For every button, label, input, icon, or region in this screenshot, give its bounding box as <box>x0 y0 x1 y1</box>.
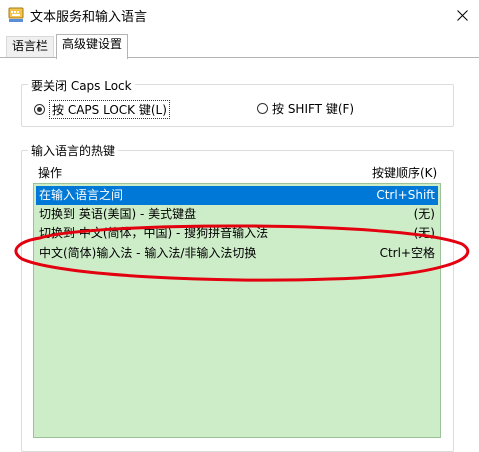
list-item-key: (无) <box>413 226 435 240</box>
list-item-action: 中文(简体)输入法 - 输入法/非输入法切换 <box>39 246 257 260</box>
tab-advanced-key-settings[interactable]: 高级键设置 <box>56 34 129 59</box>
close-icon <box>457 10 468 21</box>
window-title: 文本服务和输入语言 <box>30 10 148 25</box>
hotkey-group-title: 输入语言的热键 <box>28 142 119 159</box>
list-item[interactable]: 在输入语言之间 Ctrl+Shift <box>36 186 438 205</box>
list-item[interactable]: 中文(简体)输入法 - 输入法/非输入法切换 Ctrl+空格 <box>36 244 438 263</box>
list-item-action: 在输入语言之间 <box>39 188 124 202</box>
radio-caps-lock-key[interactable]: 按 CAPS LOCK 键(L) <box>34 100 170 119</box>
radio-unchecked-icon <box>257 103 268 114</box>
tab-language-bar[interactable]: 语言栏 <box>6 36 55 57</box>
keyboard-app-icon <box>8 7 24 23</box>
radio-checked-icon <box>34 104 45 115</box>
list-item-key: Ctrl+Shift <box>376 188 435 202</box>
column-header-action: 操作 <box>38 166 63 180</box>
title-bar: 文本服务和输入语言 <box>0 0 479 30</box>
hotkey-list[interactable]: 在输入语言之间 Ctrl+Shift 切换到 英语(美国) - 美式键盘 (无)… <box>33 183 441 438</box>
radio-shift-label: 按 SHIFT 键(F) <box>272 102 355 116</box>
tab-strip: 语言栏 高级键设置 <box>0 34 479 59</box>
column-header-key-sequence: 按键顺序(K) <box>372 166 438 180</box>
caps-lock-group-title: 要关闭 Caps Lock <box>28 77 135 94</box>
list-item[interactable]: 切换到 英语(美国) - 美式键盘 (无) <box>36 205 438 224</box>
close-button[interactable] <box>446 0 479 30</box>
list-item-action: 切换到 中文(简体，中国) - 搜狗拼音输入法 <box>39 226 269 240</box>
list-item-key: (无) <box>413 207 435 221</box>
list-item-action: 切换到 英语(美国) - 美式键盘 <box>39 207 197 221</box>
list-item[interactable]: 切换到 中文(简体，中国) - 搜狗拼音输入法 (无) <box>36 224 438 243</box>
radio-caps-lock-label: 按 CAPS LOCK 键(L) <box>49 100 170 119</box>
list-item-key: Ctrl+空格 <box>379 246 435 260</box>
radio-shift-key[interactable]: 按 SHIFT 键(F) <box>257 100 354 117</box>
